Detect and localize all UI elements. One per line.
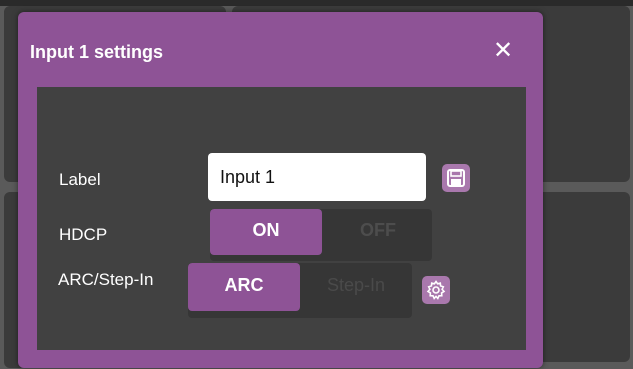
hdcp-toggle[interactable]: ON OFF xyxy=(210,209,432,261)
gear-icon xyxy=(426,280,446,300)
arc-option[interactable]: ARC xyxy=(188,263,300,311)
arc-toggle[interactable]: ARC Step-In xyxy=(188,263,412,318)
arc-settings-button[interactable] xyxy=(422,276,450,304)
hdcp-off-option[interactable]: OFF xyxy=(328,209,428,261)
step-in-option[interactable]: Step-In xyxy=(300,263,412,318)
hdcp-on-option[interactable]: ON xyxy=(210,209,322,255)
label-input[interactable] xyxy=(208,153,426,201)
close-button[interactable]: ✕ xyxy=(490,38,516,64)
arc-label: ARC/Step-In xyxy=(58,270,154,289)
save-icon xyxy=(447,169,465,187)
dialog-title: Input 1 settings xyxy=(30,42,164,62)
save-button[interactable] xyxy=(442,164,470,192)
close-icon: ✕ xyxy=(492,37,514,64)
label-field-label: Label xyxy=(59,170,101,189)
hdcp-label: HDCP xyxy=(59,225,108,244)
